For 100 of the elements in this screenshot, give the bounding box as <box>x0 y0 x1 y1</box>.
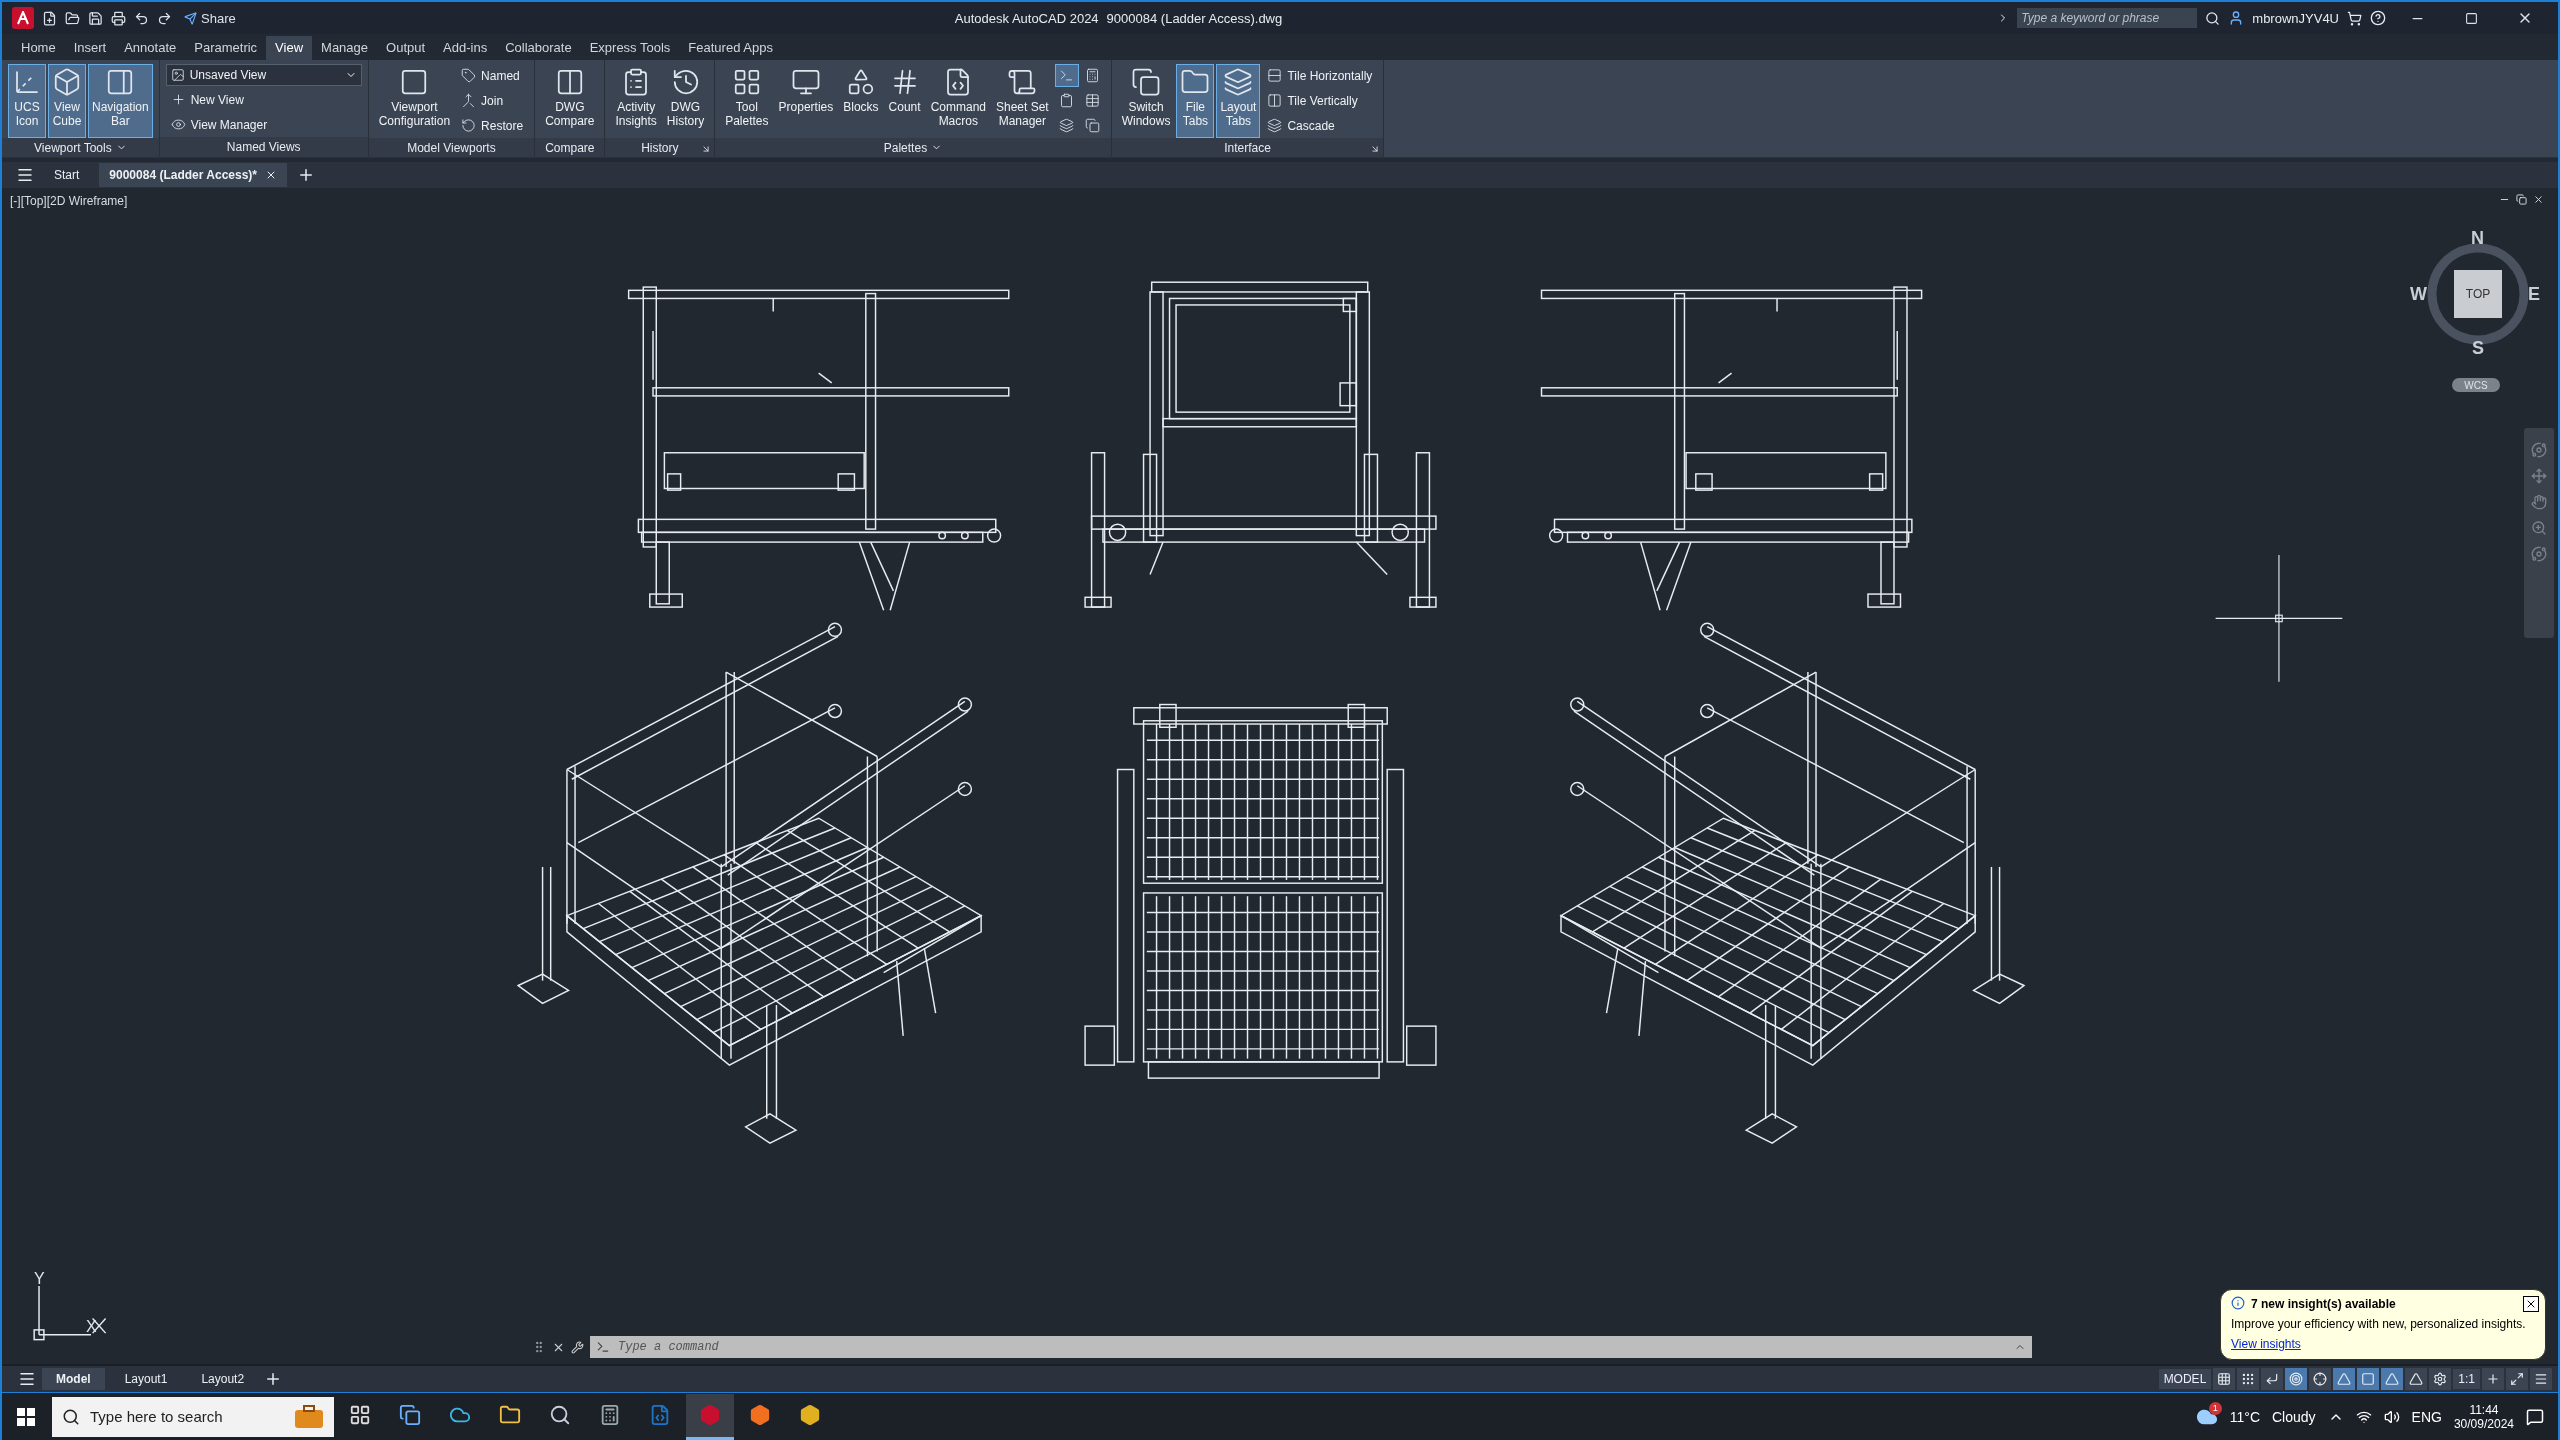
ribbon-button[interactable]: New View <box>165 88 362 111</box>
maximize-icon[interactable] <box>2464 11 2478 25</box>
orbit-icon[interactable] <box>2531 546 2547 562</box>
grid-icon[interactable] <box>2213 1368 2236 1390</box>
new-tab-icon[interactable] <box>297 166 315 184</box>
user-name[interactable]: mbrownJYV4U <box>2252 10 2339 26</box>
compass-label[interactable]: N <box>2471 228 2484 249</box>
ribbon-button[interactable]: Cascade <box>1262 114 1378 137</box>
share-button[interactable]: Share <box>180 8 240 28</box>
file-tab[interactable]: Start <box>44 163 90 187</box>
clock-date[interactable]: 30/09/2024 <box>2453 1416 2514 1431</box>
layout-tab[interactable]: Layout1 <box>110 1368 182 1390</box>
ribbon-tab[interactable]: Express Tools <box>580 36 680 60</box>
snap-icon[interactable] <box>2237 1368 2260 1390</box>
ribbon-tab[interactable]: Annotate <box>115 36 186 60</box>
ribbon-tab[interactable]: Home <box>12 36 65 60</box>
launcher-icon[interactable] <box>1370 144 1381 154</box>
panel-title[interactable]: Interface <box>1111 138 1384 157</box>
add-icon[interactable] <box>2482 1368 2504 1390</box>
palette-button[interactable] <box>1054 64 1079 87</box>
layout-tab[interactable]: Layout2 <box>187 1368 259 1390</box>
ribbon-button[interactable]: Restore <box>456 114 529 137</box>
restore-icon[interactable] <box>2516 194 2527 205</box>
panel-title[interactable]: Compare <box>535 138 605 157</box>
new-file-icon[interactable] <box>42 10 57 26</box>
clock-time[interactable]: 11:44 <box>2469 1402 2499 1417</box>
ribbon-button[interactable]: Tile Vertically <box>1262 89 1378 112</box>
panel-title[interactable]: Viewport Tools <box>2 138 159 157</box>
panel-title[interactable]: Palettes <box>715 138 1111 157</box>
panel-title[interactable]: Named Views <box>159 137 368 157</box>
ribbon-tab[interactable]: Insert <box>64 36 116 60</box>
volume-icon[interactable] <box>2383 1408 2400 1425</box>
close-icon[interactable] <box>265 169 277 181</box>
ribbon-button[interactable]: Navigation Bar <box>88 64 153 138</box>
ribbon-button[interactable]: Join <box>456 89 529 112</box>
ribbon-tab[interactable]: Add-ins <box>434 36 497 60</box>
ribbon-button[interactable]: Tile Horizontally <box>1262 64 1378 87</box>
save-icon[interactable] <box>88 10 103 26</box>
view-dropdown[interactable]: Unsaved View <box>165 64 362 86</box>
ribbon-tab[interactable]: Manage <box>312 36 378 60</box>
viewport-label[interactable]: [-][Top][2D Wireframe] <box>10 194 128 208</box>
settings-icon[interactable] <box>2429 1368 2452 1390</box>
language-indicator[interactable]: ENG <box>2411 1408 2442 1425</box>
viewcube-face[interactable]: TOP <box>2454 270 2502 318</box>
redo-icon[interactable] <box>157 10 172 26</box>
ribbon-button[interactable]: Command Macros <box>926 64 990 138</box>
ribbon-button[interactable]: Switch Windows <box>1117 64 1175 138</box>
layout-tab[interactable]: Model <box>42 1368 105 1390</box>
search-icon[interactable] <box>2205 10 2221 26</box>
taskbar-search-field[interactable]: Type here to search <box>88 1407 286 1426</box>
annotation-scale[interactable]: 1:1 <box>2453 1369 2480 1389</box>
search-field[interactable]: Type a keyword or phrase <box>2017 8 2198 28</box>
pan-icon[interactable] <box>2531 468 2547 484</box>
ribbon-button[interactable]: UCS Icon <box>8 64 46 138</box>
ribbon-button[interactable]: DWG History <box>662 64 709 138</box>
view-insights-link[interactable]: View insights <box>2231 1337 2535 1351</box>
ribbon-button[interactable]: Tool Palettes <box>721 64 773 138</box>
ribbon-button[interactable]: Blocks <box>839 64 883 138</box>
notifications-icon[interactable] <box>2526 1407 2544 1426</box>
menu-icon[interactable] <box>18 1370 36 1388</box>
fullscreen-icon[interactable] <box>2506 1368 2528 1390</box>
start-icon[interactable] <box>17 1407 35 1426</box>
open-icon[interactable] <box>65 10 80 26</box>
launcher-icon[interactable] <box>701 144 712 154</box>
app-logo-icon[interactable] <box>12 7 34 29</box>
ribbon-button[interactable]: Layout Tabs <box>1216 64 1261 138</box>
compass-label[interactable]: S <box>2472 338 2484 359</box>
ribbon-button[interactable]: Activity Insights <box>611 64 661 138</box>
ribbon-button[interactable]: Sheet Set Manager <box>992 64 1053 138</box>
help-icon[interactable] <box>2370 10 2386 26</box>
ribbon-button[interactable]: Viewport Configuration <box>374 64 455 138</box>
ribbon-tab[interactable]: Output <box>377 36 435 60</box>
undo-icon[interactable] <box>134 10 149 26</box>
panel-title[interactable]: Model Viewports <box>368 138 535 157</box>
zoom-icon[interactable] <box>2531 520 2547 536</box>
panel-title[interactable]: History <box>605 138 715 157</box>
menu-icon[interactable] <box>16 166 34 184</box>
command-input[interactable]: Type a command <box>616 1339 2008 1355</box>
polar-icon[interactable] <box>2285 1368 2308 1390</box>
ribbon-button[interactable]: DWG Compare <box>541 64 599 138</box>
wrench-icon[interactable] <box>571 1340 584 1354</box>
print-icon[interactable] <box>111 10 126 26</box>
cart-icon[interactable] <box>2347 10 2362 26</box>
ribbon-tab[interactable]: Collaborate <box>496 36 581 60</box>
ribbon-button[interactable]: View Manager <box>165 113 362 136</box>
taskbar-search-box[interactable]: Type here to search <box>52 1396 334 1437</box>
ribbon-button[interactable]: Properties <box>774 64 838 138</box>
compass-label[interactable]: W <box>2410 284 2427 305</box>
ribbon-button[interactable]: View Cube <box>48 64 86 138</box>
hand-icon[interactable] <box>2531 494 2547 510</box>
ribbon-tab[interactable]: View <box>266 36 313 60</box>
ribbon-button[interactable]: File Tabs <box>1176 64 1215 138</box>
close-button[interactable] <box>2523 1296 2539 1312</box>
compass-label[interactable]: E <box>2528 284 2540 305</box>
ribbon-button[interactable]: Count <box>884 64 925 138</box>
menu-icon[interactable] <box>2530 1368 2552 1390</box>
taskbar-app[interactable] <box>686 1393 734 1440</box>
model-space-toggle[interactable]: MODEL <box>2158 1369 2212 1389</box>
ribbon-button[interactable]: Named <box>456 64 529 87</box>
file-tab[interactable]: 9000084 (Ladder Access)* <box>99 163 287 187</box>
